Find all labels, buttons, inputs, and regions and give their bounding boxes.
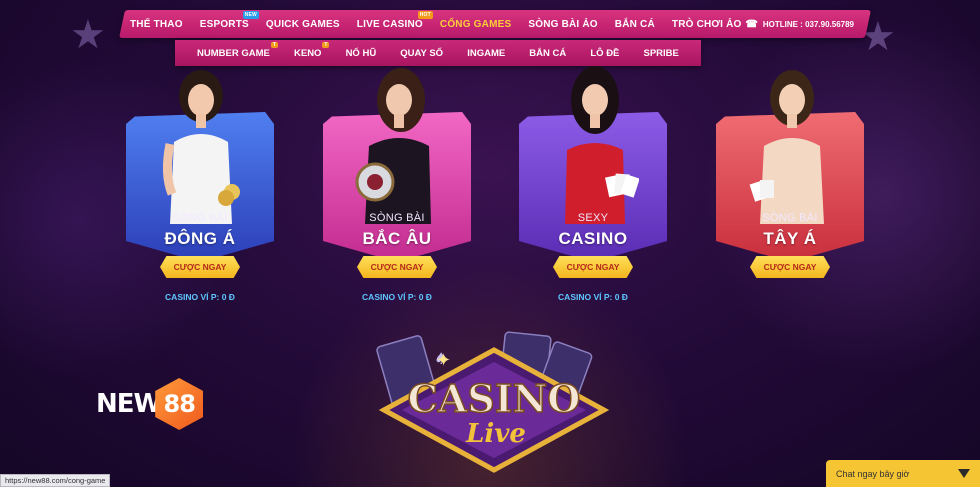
hotline[interactable]: ☎ HOTLINE : 037.90.56789 [745,10,854,38]
casino-live-logo: ♠ CASINO Live ✦ [376,331,610,473]
subnav-item-keno[interactable]: KENO T [294,41,330,59]
nav-item-esports[interactable]: ESPORTS NEW [200,10,259,30]
subnav-item-lo-de[interactable]: LÔ ĐỀ [590,48,619,59]
card-title: TÂY Á [763,229,817,248]
status-bar-url: https://new88.com/cong-game [0,474,111,487]
card-title: BẮC ÂU [362,229,432,248]
hot-badge: HOT [417,10,433,19]
bet-now-button[interactable]: CƯỢC NGAY [160,256,240,278]
dealer-portrait [162,70,240,224]
sub-badge: T [270,41,278,48]
subnav-item-number-game[interactable]: NUMBER GAME T [197,41,278,59]
nav-item-quick-games[interactable]: QUICK GAMES [266,19,340,30]
wallet-balance: CASINO VÍ P: 0 Đ [165,292,235,302]
nav-item-song-bai-ao[interactable]: SÒNG BÀI ẢO [528,19,597,30]
game-card-tay-a[interactable]: SÒNG BÀI TÂY Á CƯỢC NGAY [716,70,864,278]
new-badge: NEW [242,10,259,19]
hotline-text: HOTLINE : 037.90.56789 [762,19,854,29]
headset-icon: ☎ [745,18,758,30]
wallet-balance: CASINO VÍ P: 0 Đ [558,292,628,302]
nav-item-tro-choi-ao[interactable]: TRÒ CHƠI ẢO [672,19,742,30]
brand-number-badge: 88 [155,378,204,430]
new88-brand-logo[interactable]: NEW 88 [96,378,204,430]
card-title: ĐÔNG Á [164,229,236,248]
brand-text: NEW [96,389,162,419]
bet-now-button[interactable]: CƯỢC NGAY [357,256,437,278]
card-subtitle: SÒNG BÀI [172,212,228,224]
game-card-sexy-casino[interactable]: SEXY CASINO CƯỢC NGAY [519,66,667,278]
main-nav: THỂ THAO ESPORTS NEW QUICK GAMES LIVE CAS… [130,10,866,38]
star-decoration-icon: ★ [70,13,106,57]
sub-nav: NUMBER GAME T KENO T NỔ HŨ QUAY SỐ INGAME … [175,40,701,66]
logo-line1: CASINO [408,376,581,421]
bet-now-button[interactable]: CƯỢC NGAY [553,256,633,278]
nav-item-the-thao[interactable]: THỂ THAO [130,19,183,30]
card-title: CASINO [558,229,628,248]
subnav-item-ban-ca[interactable]: BẮN CÁ [529,48,566,59]
game-card-dong-a[interactable]: SÒNG BÀI ĐÔNG Á CƯỢC NGAY [126,70,274,278]
subnav-item-spribe[interactable]: SPRIBE [644,48,679,59]
sparkle-icon: ✦ [436,350,451,370]
nav-item-cong-games[interactable]: CỔNG GAMES [440,19,511,30]
sub-badge: T [322,41,330,48]
chat-now-button[interactable]: Chat ngay bây giờ [826,460,980,487]
chevron-down-icon [958,469,970,478]
nav-item-live-casino[interactable]: LIVE CASINO HOT [357,10,433,30]
card-subtitle: SÒNG BÀI [369,212,425,224]
bet-now-button[interactable]: CƯỢC NGAY [750,256,830,278]
game-card-bac-au[interactable]: SÒNG BÀI BẮC ÂU CƯỢC NGAY [323,68,471,278]
subnav-item-quay-so[interactable]: QUAY SỐ [400,48,443,59]
wallet-balance: CASINO VÍ P: 0 Đ [362,292,432,302]
dealer-portrait [749,70,824,224]
dealer-portrait [355,68,431,224]
subnav-item-ingame[interactable]: INGAME [467,48,505,59]
logo-line2: Live [465,419,526,449]
dealer-portrait [565,66,639,224]
subnav-item-no-hu[interactable]: NỔ HŨ [346,48,377,59]
card-subtitle: SÒNG BÀI [762,212,818,224]
nav-item-ban-ca[interactable]: BẮN CÁ [615,19,655,30]
chat-label: Chat ngay bây giờ [836,468,910,479]
card-subtitle: SEXY [577,212,609,224]
